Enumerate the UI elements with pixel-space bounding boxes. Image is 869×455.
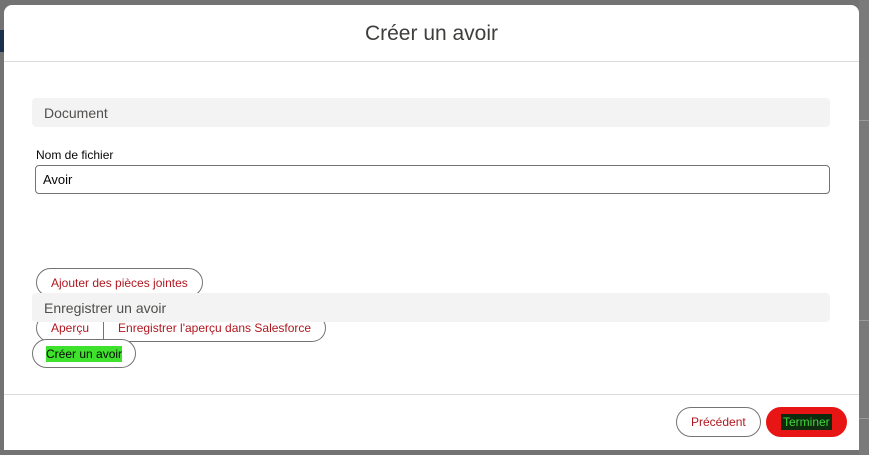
finish-button-label: Terminer	[781, 414, 832, 430]
create-credit-note-label: Créer un avoir	[46, 345, 123, 362]
modal-title: Créer un avoir	[364, 22, 499, 45]
previous-button[interactable]: Précédent	[676, 407, 761, 437]
background-line	[859, 320, 869, 321]
file-name-label: Nom de fichier	[36, 148, 114, 162]
background-line	[859, 120, 869, 121]
save-credit-note-section-header: Enregistrer un avoir	[32, 293, 830, 322]
background-line	[859, 418, 869, 419]
modal-header: Créer un avoir	[4, 5, 859, 62]
modal-body: Document Nom de fichier Ajouter des pièc…	[4, 62, 859, 395]
document-section-header: Document	[32, 98, 830, 127]
background-edge	[859, 0, 869, 455]
modal-footer: Précédent Terminer	[4, 395, 859, 450]
create-credit-note-button[interactable]: Créer un avoir	[32, 339, 137, 368]
finish-button[interactable]: Terminer	[766, 407, 847, 437]
file-name-input[interactable]	[35, 165, 830, 194]
create-credit-note-modal: Créer un avoir Document Nom de fichier A…	[4, 5, 859, 450]
